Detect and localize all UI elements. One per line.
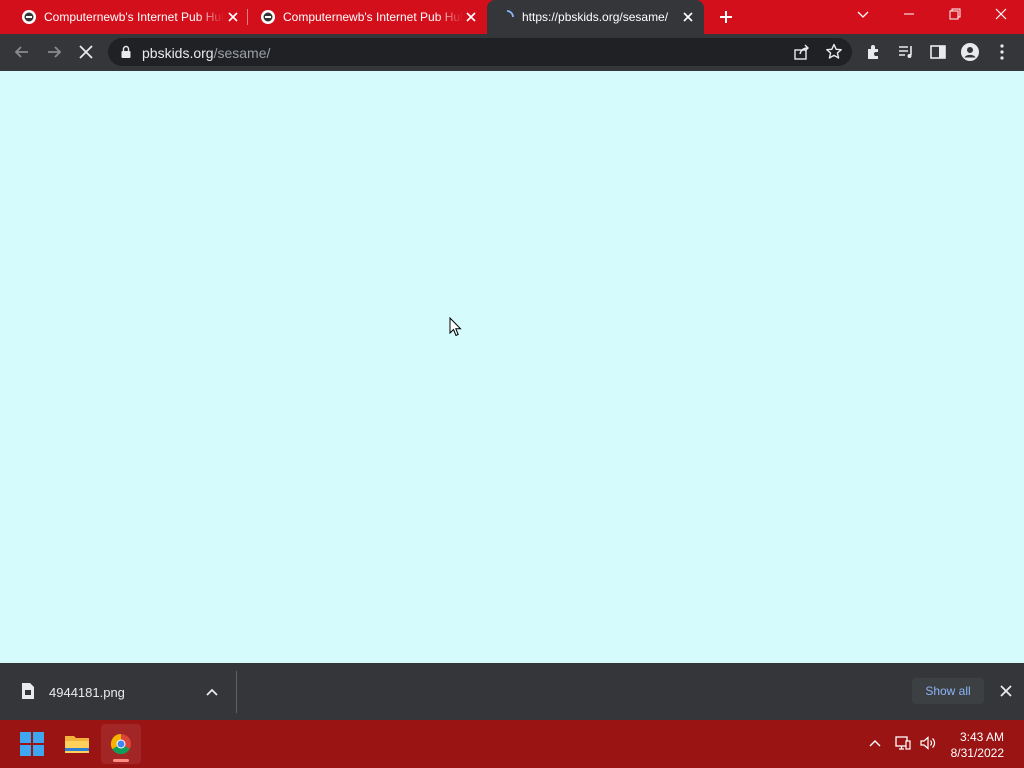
bookmark-star-icon[interactable] xyxy=(824,42,844,62)
more-menu-icon[interactable] xyxy=(992,42,1012,62)
forward-arrow-icon[interactable] xyxy=(44,42,64,62)
tab-close-icon[interactable] xyxy=(681,10,695,24)
tab-computernewb-1[interactable]: Computernewb's Internet Pub Hub xyxy=(8,0,244,34)
lock-icon[interactable] xyxy=(120,45,132,59)
tab-close-icon[interactable] xyxy=(464,10,478,24)
tab-close-icon[interactable] xyxy=(226,10,240,24)
computernewb-favicon-icon xyxy=(22,10,36,24)
minimize-button[interactable] xyxy=(886,0,932,30)
file-icon xyxy=(22,683,34,699)
back-arrow-icon[interactable] xyxy=(12,42,32,62)
file-explorer-button[interactable] xyxy=(57,724,97,764)
restore-icon xyxy=(949,8,961,20)
url-domain: pbskids.org xyxy=(142,45,214,61)
start-button[interactable] xyxy=(12,724,52,764)
loading-spinner-icon xyxy=(506,10,514,18)
mouse-cursor-icon xyxy=(449,317,462,337)
chrome-taskbar-button[interactable] xyxy=(101,724,141,764)
taskbar: 3:43 AM 8/31/2022 xyxy=(0,720,1024,768)
download-shelf: 4944181.png Show all xyxy=(0,663,1024,720)
tab-search-button[interactable] xyxy=(840,0,886,30)
close-shelf-icon[interactable] xyxy=(998,683,1014,699)
volume-icon[interactable] xyxy=(919,734,937,752)
stop-loading-icon[interactable] xyxy=(76,42,96,62)
url-path: /sesame/ xyxy=(213,45,271,61)
show-all-button[interactable]: Show all xyxy=(912,678,984,704)
clock-time: 3:43 AM xyxy=(959,730,1004,744)
url-text: pbskids.org/sesame/ xyxy=(142,45,270,61)
windows-logo-icon xyxy=(20,732,44,756)
shelf-divider xyxy=(236,671,237,713)
extensions-puzzle-icon[interactable] xyxy=(864,42,884,62)
tab-title: Computernewb's Internet Pub Hub xyxy=(283,10,463,24)
active-app-indicator xyxy=(113,759,129,762)
tab-title: Computernewb's Internet Pub Hub xyxy=(44,10,224,24)
clock-date: 8/31/2022 xyxy=(950,746,1004,760)
browser-toolbar: pbskids.org/sesame/ xyxy=(0,34,1024,71)
side-panel-icon[interactable] xyxy=(928,42,948,62)
tab-title: https://pbskids.org/sesame/ xyxy=(522,10,669,24)
tray-overflow-chevron-icon[interactable] xyxy=(868,736,882,750)
close-window-button[interactable] xyxy=(978,0,1024,30)
close-icon xyxy=(995,8,1007,20)
download-filename: 4944181.png xyxy=(49,685,125,700)
new-tab-plus-icon[interactable] xyxy=(716,7,736,27)
tab-computernewb-2[interactable]: Computernewb's Internet Pub Hub xyxy=(247,0,485,34)
restore-button[interactable] xyxy=(932,0,978,30)
folder-icon xyxy=(65,736,89,753)
page-content-area[interactable] xyxy=(0,71,1024,663)
chevron-down-icon xyxy=(857,11,869,18)
computernewb-favicon-icon xyxy=(261,10,275,24)
tab-strip: Computernewb's Internet Pub Hub Computer… xyxy=(0,0,1024,34)
minimize-icon xyxy=(904,13,914,15)
taskbar-clock[interactable]: 3:43 AM 8/31/2022 xyxy=(951,729,1004,761)
share-icon[interactable] xyxy=(792,42,812,62)
tab-pbskids-sesame[interactable]: https://pbskids.org/sesame/ xyxy=(487,0,704,34)
chrome-logo-icon xyxy=(110,733,131,755)
media-controls-icon[interactable] xyxy=(896,42,916,62)
network-icon[interactable] xyxy=(894,734,912,752)
chevron-up-icon[interactable] xyxy=(205,685,219,699)
profile-avatar-icon[interactable] xyxy=(960,42,980,62)
address-bar[interactable]: pbskids.org/sesame/ xyxy=(108,38,852,66)
